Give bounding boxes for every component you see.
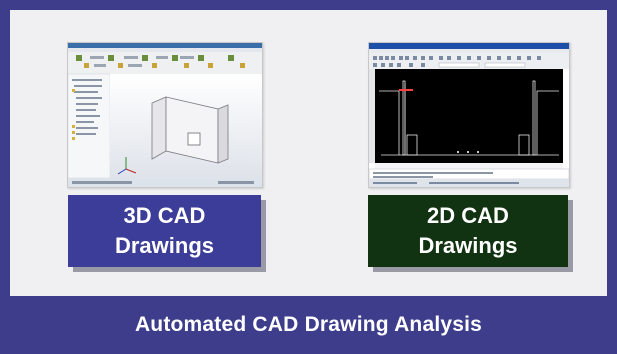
title-banner: Automated CAD Drawing Analysis: [0, 296, 617, 354]
3d-cad-label-line1: 3D CAD: [123, 203, 206, 228]
3d-cad-drawings-label: 3D CAD Drawings: [115, 201, 214, 261]
2d-cad-drawings-button[interactable]: 2D CAD Drawings: [368, 195, 568, 267]
3d-cad-label-line2: Drawings: [114, 233, 215, 258]
cad-3d-screenshot[interactable]: [67, 42, 263, 188]
cad-2d-screenshot[interactable]: [368, 42, 570, 188]
2d-cad-label-line1: 2D CAD: [427, 203, 509, 228]
cad-3d-preview-image: [68, 43, 262, 187]
3d-cad-drawings-button[interactable]: 3D CAD Drawings: [68, 195, 261, 267]
2d-cad-drawings-label: 2D CAD Drawings: [418, 201, 517, 261]
cad-2d-preview-image: [369, 43, 569, 187]
banner-title: Automated CAD Drawing Analysis: [134, 313, 483, 336]
2d-cad-label-line2: Drawings: [418, 233, 518, 258]
